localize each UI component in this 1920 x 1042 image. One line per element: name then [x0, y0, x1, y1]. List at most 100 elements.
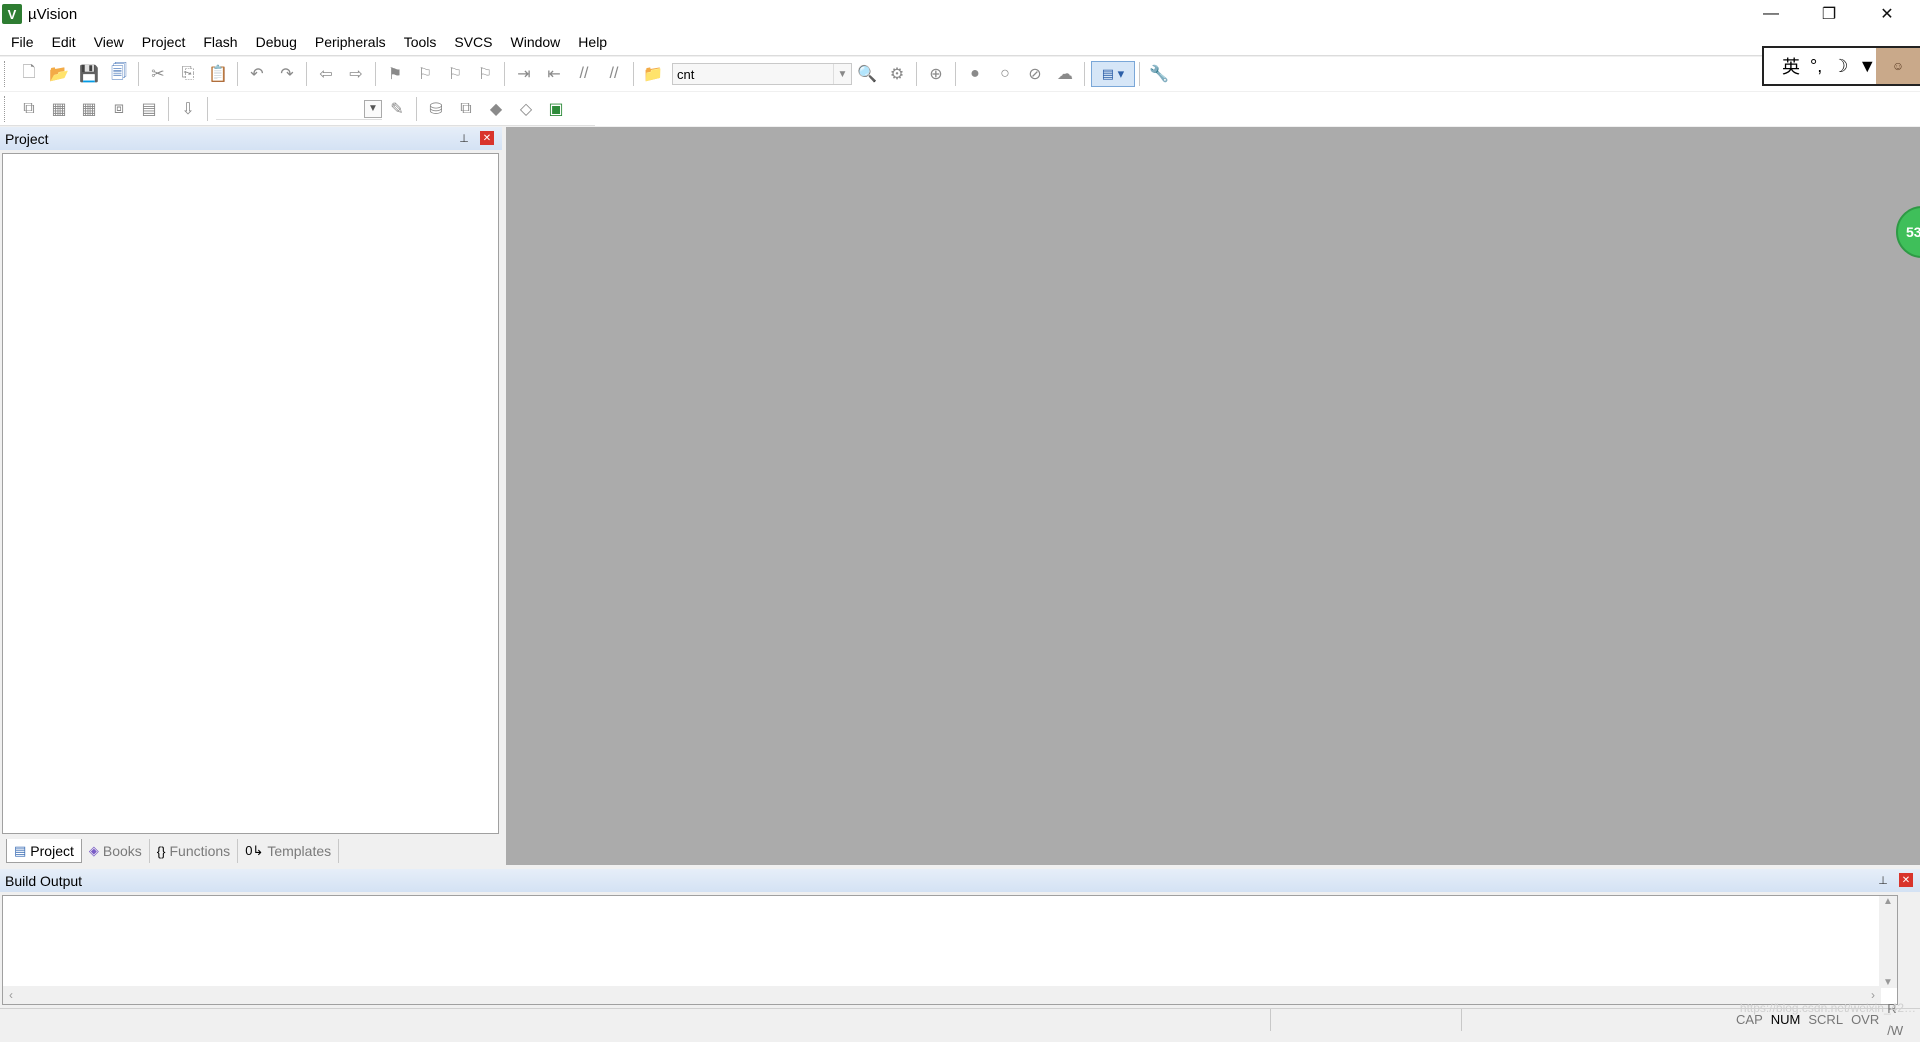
find-in-files-icon[interactable]: 📁: [638, 59, 668, 89]
minimize-button[interactable]: —: [1742, 0, 1800, 28]
debug-session-icon[interactable]: ⊕: [921, 59, 951, 89]
bookmark-toggle-icon[interactable]: ⚑: [380, 59, 410, 89]
build-icon[interactable]: ▦: [44, 94, 74, 124]
toolbar-separator: [207, 96, 208, 121]
menu-help[interactable]: Help: [569, 28, 616, 56]
menu-project[interactable]: Project: [133, 28, 195, 56]
toolbar-grip[interactable]: [4, 95, 10, 122]
ime-avatar[interactable]: ☺: [1876, 48, 1920, 84]
target-options-icon[interactable]: ✎: [382, 94, 412, 124]
download-load-icon[interactable]: ⇩: [173, 94, 203, 124]
undo-icon[interactable]: ↶: [242, 59, 272, 89]
rebuild-icon[interactable]: ▦: [74, 94, 104, 124]
cut-icon[interactable]: ✂: [143, 59, 173, 89]
bookmark-prev-icon[interactable]: ⚐: [410, 59, 440, 89]
project-panel-title: Project: [5, 130, 49, 147]
menu-debug[interactable]: Debug: [247, 28, 306, 56]
ime-moon-icon[interactable]: ☽: [1832, 56, 1848, 77]
toolbar-separator: [237, 62, 238, 86]
manage-rte-icon[interactable]: ◆: [481, 94, 511, 124]
scroll-left-icon[interactable]: ‹: [9, 988, 13, 1002]
translate-icon[interactable]: ⧉: [14, 94, 44, 124]
scroll-down-icon[interactable]: ▼: [1883, 977, 1893, 988]
breakpoint-insert-icon[interactable]: ●: [960, 59, 990, 89]
vertical-scrollbar[interactable]: ▲ ▼: [1879, 896, 1897, 988]
title-bar: V µVision — ❐ ✕: [0, 0, 1920, 28]
close-icon[interactable]: ✕: [1899, 873, 1913, 887]
redo-icon[interactable]: ↷: [272, 59, 302, 89]
build-output-text[interactable]: ▲ ▼ ‹ ›: [2, 895, 1898, 1005]
menu-view[interactable]: View: [85, 28, 133, 56]
ime-punctuation-icon[interactable]: °,: [1810, 56, 1822, 77]
menu-svcs[interactable]: SVCS: [445, 28, 501, 56]
pack-installer-green-icon[interactable]: ▣: [541, 94, 571, 124]
editor-area[interactable]: [506, 127, 1920, 865]
pin-icon[interactable]: ⊥: [1876, 873, 1890, 887]
manage-project-items-icon[interactable]: ⛁: [421, 94, 451, 124]
menu-file[interactable]: File: [0, 28, 43, 56]
find-combo[interactable]: cnt ▼: [672, 63, 852, 85]
ime-language-label[interactable]: 英: [1782, 53, 1800, 79]
tab-project-label: Project: [30, 842, 74, 859]
project-panel-header: Project ⊥ ✕: [0, 127, 502, 150]
incremental-find-icon[interactable]: ⚙: [882, 59, 912, 89]
batch-build-icon[interactable]: ⧈: [104, 94, 134, 124]
menu-edit[interactable]: Edit: [43, 28, 85, 56]
select-packs-icon[interactable]: ⧉: [451, 94, 481, 124]
target-select[interactable]: ▼: [216, 98, 382, 120]
ime-toolbar[interactable]: 英 °, ☽ ▼ ☺: [1762, 46, 1920, 86]
indent-icon[interactable]: ⇥: [509, 59, 539, 89]
toolbar-separator: [504, 62, 505, 86]
open-file-icon[interactable]: 📂: [44, 59, 74, 89]
project-panel: Project ⊥ ✕ ▤ Project ◈ Books {} Functio…: [0, 127, 502, 865]
tab-project[interactable]: ▤ Project: [6, 839, 82, 863]
restore-button[interactable]: ❐: [1800, 0, 1858, 28]
toolbar-grip[interactable]: [4, 61, 10, 87]
menu-window[interactable]: Window: [502, 28, 570, 56]
configure-wrench-icon[interactable]: 🔧: [1144, 59, 1174, 89]
comment-icon[interactable]: //: [569, 59, 599, 89]
horizontal-scrollbar[interactable]: ‹ ›: [3, 986, 1881, 1004]
uncomment-icon[interactable]: //: [599, 59, 629, 89]
stop-build-icon[interactable]: ▤: [134, 94, 164, 124]
menu-peripherals[interactable]: Peripherals: [306, 28, 395, 56]
menu-flash[interactable]: Flash: [194, 28, 246, 56]
new-file-icon[interactable]: 🗋: [14, 59, 44, 89]
breakpoint-kill-all-icon[interactable]: ☁: [1050, 59, 1080, 89]
unindent-icon[interactable]: ⇤: [539, 59, 569, 89]
scroll-up-icon[interactable]: ▲: [1883, 896, 1893, 907]
breakpoint-disable-all-icon[interactable]: ⊘: [1020, 59, 1050, 89]
menu-tools[interactable]: Tools: [395, 28, 446, 56]
window-layout-button[interactable]: ▤ ▾: [1091, 61, 1135, 87]
chevron-down-icon[interactable]: ▼: [833, 64, 851, 84]
project-tree[interactable]: [2, 153, 499, 834]
copy-icon[interactable]: ⎘: [173, 59, 203, 89]
ime-skin-shirt-icon[interactable]: ▼: [1858, 56, 1876, 77]
toolbar-background: [595, 92, 1920, 126]
uvision-logo-icon: V: [2, 4, 22, 24]
bookmark-clear-icon[interactable]: ⚐: [470, 59, 500, 89]
save-all-icon[interactable]: 🗐: [104, 59, 134, 89]
navigate-forward-icon[interactable]: ⇨: [341, 59, 371, 89]
close-icon[interactable]: ✕: [480, 131, 494, 145]
pin-icon[interactable]: ⊥: [457, 131, 471, 145]
tab-templates[interactable]: 0↳ Templates: [238, 839, 340, 863]
find-icon[interactable]: 🔍: [852, 59, 882, 89]
tab-functions-label: Functions: [169, 843, 231, 859]
navigate-back-icon[interactable]: ⇦: [311, 59, 341, 89]
project-panel-tabs: ▤ Project ◈ Books {} Functions 0↳ Templa…: [0, 837, 502, 865]
breakpoint-enable-icon[interactable]: ○: [990, 59, 1020, 89]
close-button[interactable]: ✕: [1858, 0, 1916, 28]
tab-functions[interactable]: {} Functions: [150, 839, 239, 863]
toolbar-separator: [916, 62, 917, 86]
bookmark-next-icon[interactable]: ⚐: [440, 59, 470, 89]
scroll-right-icon[interactable]: ›: [1871, 988, 1875, 1002]
tab-books[interactable]: ◈ Books: [82, 839, 150, 863]
chevron-down-icon[interactable]: ▼: [364, 99, 382, 118]
toolbar-separator: [1139, 62, 1140, 86]
toolbar-separator: [1084, 62, 1085, 86]
pack-installer-icon[interactable]: ◇: [511, 94, 541, 124]
save-icon[interactable]: 💾: [74, 59, 104, 89]
paste-icon[interactable]: 📋: [203, 59, 233, 89]
toolbar-separator: [138, 62, 139, 86]
